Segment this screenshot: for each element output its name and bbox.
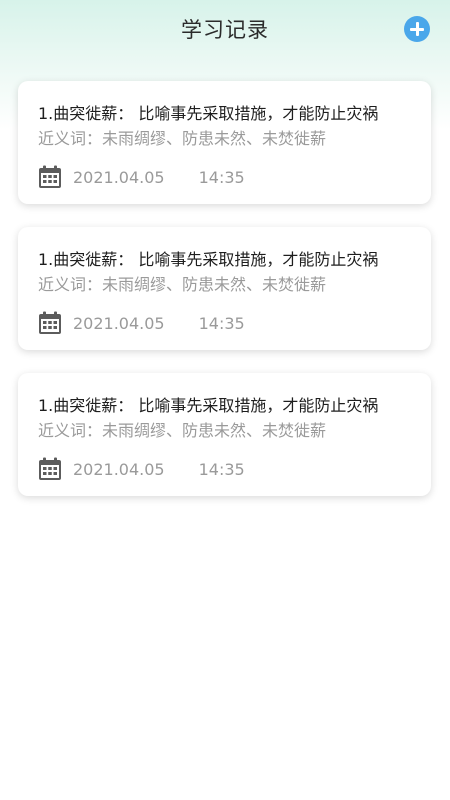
record-title: 1.曲突徙薪： 比喻事先采取措施，才能防止灾祸	[38, 250, 379, 269]
record-time: 14:35	[198, 459, 245, 479]
calendar-icon	[39, 311, 61, 334]
record-date: 2021.04.05	[73, 313, 165, 333]
record-list: 1.曲突徙薪： 比喻事先采取措施，才能防止灾祸 近义词：未雨绸缪、防患未然、未焚…	[18, 81, 431, 519]
record-date: 2021.04.05	[73, 167, 165, 187]
record-synonyms: 近义词：未雨绸缪、防患未然、未焚徙薪	[38, 129, 327, 148]
record-synonyms: 近义词：未雨绸缪、防患未然、未焚徙薪	[38, 275, 327, 294]
record-meta: 2021.04.05 14:35	[38, 165, 245, 189]
add-record-button[interactable]	[404, 16, 430, 42]
record-title: 1.曲突徙薪： 比喻事先采取措施，才能防止灾祸	[38, 104, 379, 123]
calendar-icon	[39, 457, 61, 480]
record-title: 1.曲突徙薪： 比喻事先采取措施，才能防止灾祸	[38, 396, 379, 415]
record-time: 14:35	[198, 313, 245, 333]
header: 学习记录	[0, 0, 450, 60]
calendar-icon	[39, 165, 61, 188]
page-title: 学习记录	[181, 18, 269, 42]
record-meta: 2021.04.05 14:35	[38, 457, 245, 481]
record-synonyms: 近义词：未雨绸缪、防患未然、未焚徙薪	[38, 421, 327, 440]
record-card[interactable]: 1.曲突徙薪： 比喻事先采取措施，才能防止灾祸 近义词：未雨绸缪、防患未然、未焚…	[18, 373, 431, 496]
record-meta: 2021.04.05 14:35	[38, 311, 245, 335]
record-card[interactable]: 1.曲突徙薪： 比喻事先采取措施，才能防止灾祸 近义词：未雨绸缪、防患未然、未焚…	[18, 81, 431, 204]
record-card[interactable]: 1.曲突徙薪： 比喻事先采取措施，才能防止灾祸 近义词：未雨绸缪、防患未然、未焚…	[18, 227, 431, 350]
record-date: 2021.04.05	[73, 459, 165, 479]
record-time: 14:35	[198, 167, 245, 187]
